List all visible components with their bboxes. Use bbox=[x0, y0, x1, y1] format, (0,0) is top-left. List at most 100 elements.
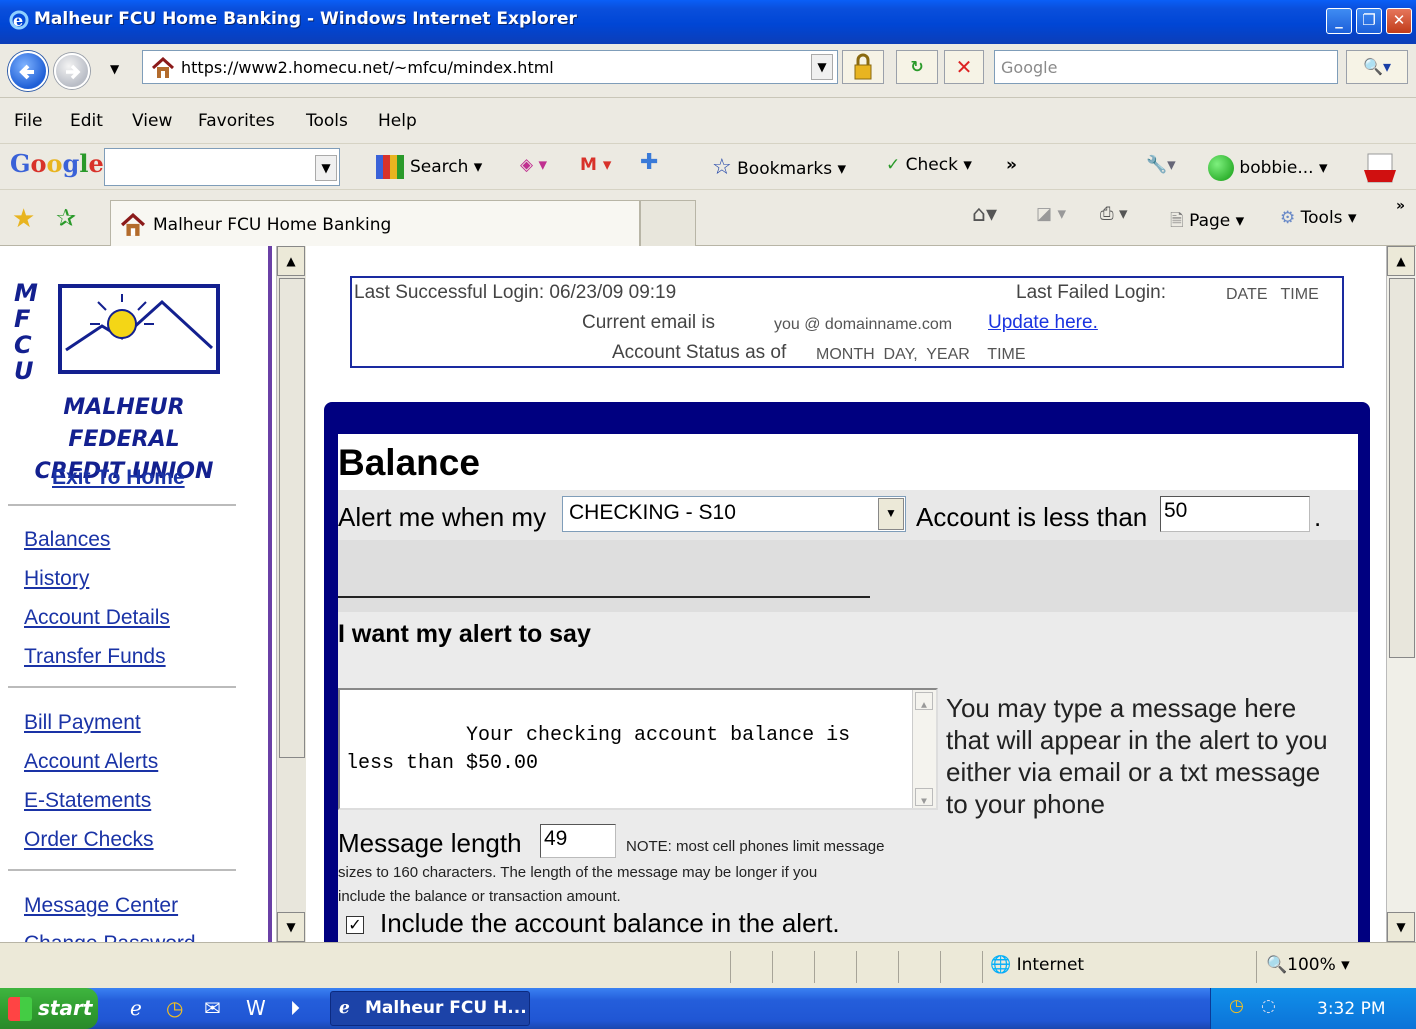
add-favorites-icon[interactable]: ✰ bbox=[56, 204, 76, 232]
ie-quicklaunch-icon[interactable]: ℯ bbox=[130, 996, 142, 1020]
menu-tools[interactable]: Tools bbox=[306, 111, 348, 131]
include-balance-label: Include the account balance in the alert… bbox=[380, 908, 840, 938]
security-lock-icon[interactable] bbox=[842, 50, 884, 84]
nav-order-checks[interactable]: Order Checks bbox=[24, 828, 154, 852]
start-button[interactable]: start bbox=[0, 988, 98, 1029]
scroll-thumb[interactable] bbox=[1389, 278, 1415, 658]
separator-line bbox=[338, 596, 870, 598]
new-tab-button[interactable] bbox=[640, 200, 696, 246]
toolbar-more-button[interactable]: » bbox=[1006, 155, 1017, 175]
refresh-button[interactable]: ↻ bbox=[896, 50, 938, 84]
tab-active[interactable]: Malheur FCU Home Banking bbox=[110, 200, 640, 246]
nav-transfer-funds[interactable]: Transfer Funds bbox=[24, 645, 166, 669]
nav-account-alerts[interactable]: Account Alerts bbox=[24, 750, 158, 774]
search-input[interactable]: Google bbox=[994, 50, 1338, 84]
amount-input[interactable]: 50 bbox=[1160, 496, 1310, 532]
alert-title: Balance bbox=[338, 442, 480, 483]
scroll-down-arrow-icon[interactable]: ▼ bbox=[915, 788, 933, 808]
home-icon[interactable]: ⌂▾ bbox=[972, 202, 997, 227]
bookmarks-button[interactable]: ☆ Bookmarks ▾ bbox=[712, 155, 846, 180]
google-search-button[interactable]: Search ▾ bbox=[376, 155, 482, 179]
alert-panel-body: Balance Alert me when my CHECKING - S10 … bbox=[338, 434, 1358, 942]
minimize-button[interactable]: _ bbox=[1326, 8, 1352, 34]
tray-network-icon[interactable]: ◌ bbox=[1261, 996, 1276, 1016]
scroll-thumb[interactable] bbox=[279, 278, 305, 758]
gmail-icon[interactable]: M ▾ bbox=[580, 155, 611, 175]
taskbar-ie-window[interactable]: ℯ Malheur FCU H... bbox=[330, 991, 530, 1026]
pdf-icon[interactable] bbox=[1360, 150, 1400, 191]
menu-help[interactable]: Help bbox=[378, 111, 417, 131]
search-go-button[interactable]: 🔍▾ bbox=[1346, 50, 1408, 84]
add-button-icon[interactable]: ✚ bbox=[640, 150, 658, 175]
alert-suffix: Account is less than bbox=[916, 502, 1148, 532]
menu-view[interactable]: View bbox=[132, 111, 172, 131]
alert-prefix: Alert me when my bbox=[338, 502, 547, 532]
nav-bill-payment[interactable]: Bill Payment bbox=[24, 711, 141, 735]
system-tray: ◷ ◌ 3:32 PM bbox=[1210, 988, 1416, 1029]
address-bar[interactable]: https://www2.homecu.net/~mfcu/mindex.htm… bbox=[142, 50, 838, 84]
page-content: MF CU MALHEUR FEDERAL CREDIT UNION Exit T… bbox=[0, 246, 1416, 942]
scroll-up-arrow-icon[interactable]: ▲ bbox=[1387, 246, 1415, 276]
include-balance-checkbox[interactable]: ✓ bbox=[346, 916, 364, 934]
menu-file[interactable]: File bbox=[14, 111, 42, 131]
ie-logo-icon: e bbox=[9, 10, 29, 30]
nav-message-center[interactable]: Message Center bbox=[24, 894, 178, 918]
tools-menu-button[interactable]: ⚙ Tools ▾ bbox=[1280, 208, 1356, 228]
close-button[interactable]: ✕ bbox=[1386, 8, 1412, 34]
email-label: Current email is bbox=[582, 312, 716, 333]
forward-button[interactable] bbox=[54, 53, 90, 89]
scroll-down-arrow-icon[interactable]: ▼ bbox=[277, 912, 305, 942]
status-divider bbox=[772, 951, 773, 983]
note-line3: include the balance or transaction amoun… bbox=[338, 888, 621, 905]
google-search-input[interactable]: ▼ bbox=[104, 148, 340, 186]
nav-balances[interactable]: Balances bbox=[24, 528, 110, 552]
security-zone[interactable]: 🌐 Internet bbox=[990, 955, 1084, 975]
news-icon[interactable]: ◈ ▾ bbox=[520, 155, 547, 175]
media-quicklaunch-icon[interactable]: ⏵ bbox=[290, 996, 300, 1020]
google-search-dropdown-icon[interactable]: ▼ bbox=[315, 155, 337, 181]
nav-e-statements[interactable]: E-Statements bbox=[24, 789, 151, 813]
nav-history[interactable]: History bbox=[24, 567, 89, 591]
tab-label: Malheur FCU Home Banking bbox=[153, 215, 392, 235]
mfcu-logo-letters: MF CU bbox=[14, 279, 38, 385]
user-button[interactable]: bobbie... ▾ bbox=[1208, 155, 1328, 181]
main-frame-scrollbar[interactable]: ▲ ▼ bbox=[1386, 246, 1416, 942]
address-dropdown-icon[interactable]: ▼ bbox=[811, 54, 833, 80]
taskbar: start ℯ ◷ ✉ W ⏵ ℯ Malheur FCU H... ◷ ◌ 3… bbox=[0, 988, 1416, 1029]
page-menu-button[interactable]: 🗎 Page ▾ bbox=[1170, 208, 1244, 237]
alert-message-textarea[interactable]: Your checking account balance is less th… bbox=[338, 688, 938, 810]
outlook-quicklaunch-icon[interactable]: ✉ bbox=[204, 996, 221, 1020]
nav-account-details[interactable]: Account Details bbox=[24, 606, 170, 630]
tray-clock-icon[interactable]: ◷ bbox=[1229, 996, 1244, 1016]
history-dropdown-icon[interactable]: ▼ bbox=[110, 62, 119, 76]
commands-more-button[interactable]: » bbox=[1396, 198, 1405, 214]
left-frame-scrollbar[interactable]: ▲ ▼ bbox=[276, 246, 306, 942]
menu-favorites[interactable]: Favorites bbox=[198, 111, 275, 131]
back-button[interactable] bbox=[8, 51, 48, 91]
maximize-button[interactable]: ❐ bbox=[1356, 8, 1382, 34]
account-select[interactable]: CHECKING - S10 ▼ bbox=[562, 496, 906, 532]
clock-quicklaunch-icon[interactable]: ◷ bbox=[166, 996, 183, 1020]
message-length-value: 49 bbox=[540, 824, 616, 858]
scroll-down-arrow-icon[interactable]: ▼ bbox=[1387, 912, 1415, 942]
zoom-level[interactable]: 🔍100% ▾ bbox=[1266, 955, 1350, 975]
status-divider bbox=[814, 951, 815, 983]
exit-to-home-link[interactable]: Exit To Home bbox=[52, 466, 185, 490]
chevron-down-icon: ▼ bbox=[878, 498, 904, 530]
scroll-up-arrow-icon[interactable]: ▲ bbox=[277, 246, 305, 276]
feeds-icon[interactable]: ◪ ▾ bbox=[1036, 204, 1066, 224]
window-titlebar: e Malheur FCU Home Banking - Windows Int… bbox=[0, 0, 1416, 44]
nav-change-password[interactable]: Change Password bbox=[24, 932, 196, 942]
spell-check-button[interactable]: ✓ Check ▾ bbox=[886, 155, 972, 175]
word-quicklaunch-icon[interactable]: W bbox=[246, 996, 266, 1020]
status-divider bbox=[982, 951, 983, 983]
print-icon[interactable]: ⎙ ▾ bbox=[1100, 204, 1128, 224]
stop-button[interactable]: ✕ bbox=[944, 50, 984, 84]
home-page-icon bbox=[120, 213, 146, 236]
wrench-icon[interactable]: 🔧▾ bbox=[1146, 155, 1176, 175]
favorites-star-icon[interactable]: ★ bbox=[12, 204, 35, 234]
menu-edit[interactable]: Edit bbox=[70, 111, 103, 131]
update-email-link[interactable]: Update here. bbox=[988, 312, 1098, 334]
scroll-up-arrow-icon[interactable]: ▲ bbox=[915, 692, 933, 712]
textarea-scrollbar[interactable]: ▲ ▼ bbox=[912, 690, 936, 808]
